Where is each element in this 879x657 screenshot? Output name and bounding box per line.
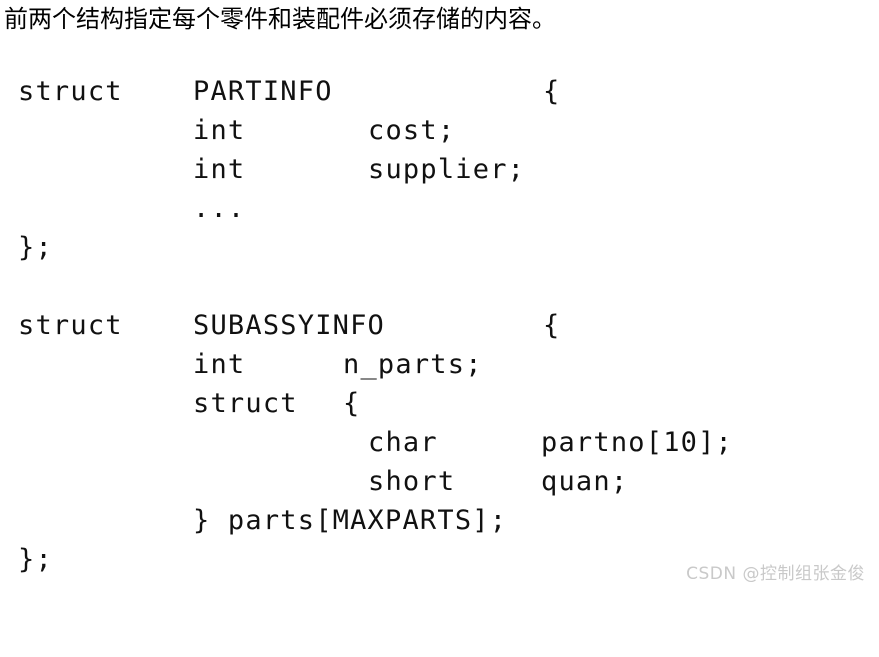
- code-token-ellipsis: ...: [193, 193, 246, 224]
- code-token-member: partno[10];: [541, 427, 734, 458]
- code-line: char partno[10];: [0, 423, 879, 462]
- code-line: int n_parts;: [0, 345, 879, 384]
- code-token-member: supplier;: [368, 154, 526, 185]
- code-token-array-member: } parts[MAXPARTS];: [193, 505, 508, 536]
- code-line: };: [0, 228, 879, 267]
- code-token-type: int: [193, 154, 246, 185]
- code-token-keyword: struct: [18, 76, 123, 107]
- csdn-watermark: CSDN @控制组张金俊: [686, 564, 865, 584]
- code-token-open-brace: {: [543, 76, 561, 107]
- code-token-open-brace: {: [543, 310, 561, 341]
- code-token-type: int: [193, 115, 246, 146]
- code-line: struct SUBASSYINFO {: [0, 306, 879, 345]
- code-token-close-struct: };: [18, 544, 53, 575]
- code-token-keyword: struct: [18, 310, 123, 341]
- code-token-typename: PARTINFO: [193, 76, 333, 107]
- code-line: struct {: [0, 384, 879, 423]
- code-line: int cost;: [0, 111, 879, 150]
- code-token-close-struct: };: [18, 232, 53, 263]
- code-token-member: n_parts;: [343, 349, 483, 380]
- code-token-member: cost;: [368, 115, 456, 146]
- code-line: } parts[MAXPARTS];: [0, 501, 879, 540]
- code-token-keyword: struct: [193, 388, 298, 419]
- code-listing: struct PARTINFO { int cost; int supplier…: [0, 72, 879, 579]
- code-line: int supplier;: [0, 150, 879, 189]
- code-token-open-brace: {: [343, 388, 361, 419]
- code-line: short quan;: [0, 462, 879, 501]
- page-caption: 前两个结构指定每个零件和装配件必须存储的内容。: [4, 5, 556, 33]
- code-token-typename: SUBASSYINFO: [193, 310, 386, 341]
- code-token-type: char: [368, 427, 438, 458]
- code-token-type: int: [193, 349, 246, 380]
- code-token-member: quan;: [541, 466, 629, 497]
- code-token-type: short: [368, 466, 456, 497]
- code-line: struct PARTINFO {: [0, 72, 879, 111]
- code-line: ...: [0, 189, 879, 228]
